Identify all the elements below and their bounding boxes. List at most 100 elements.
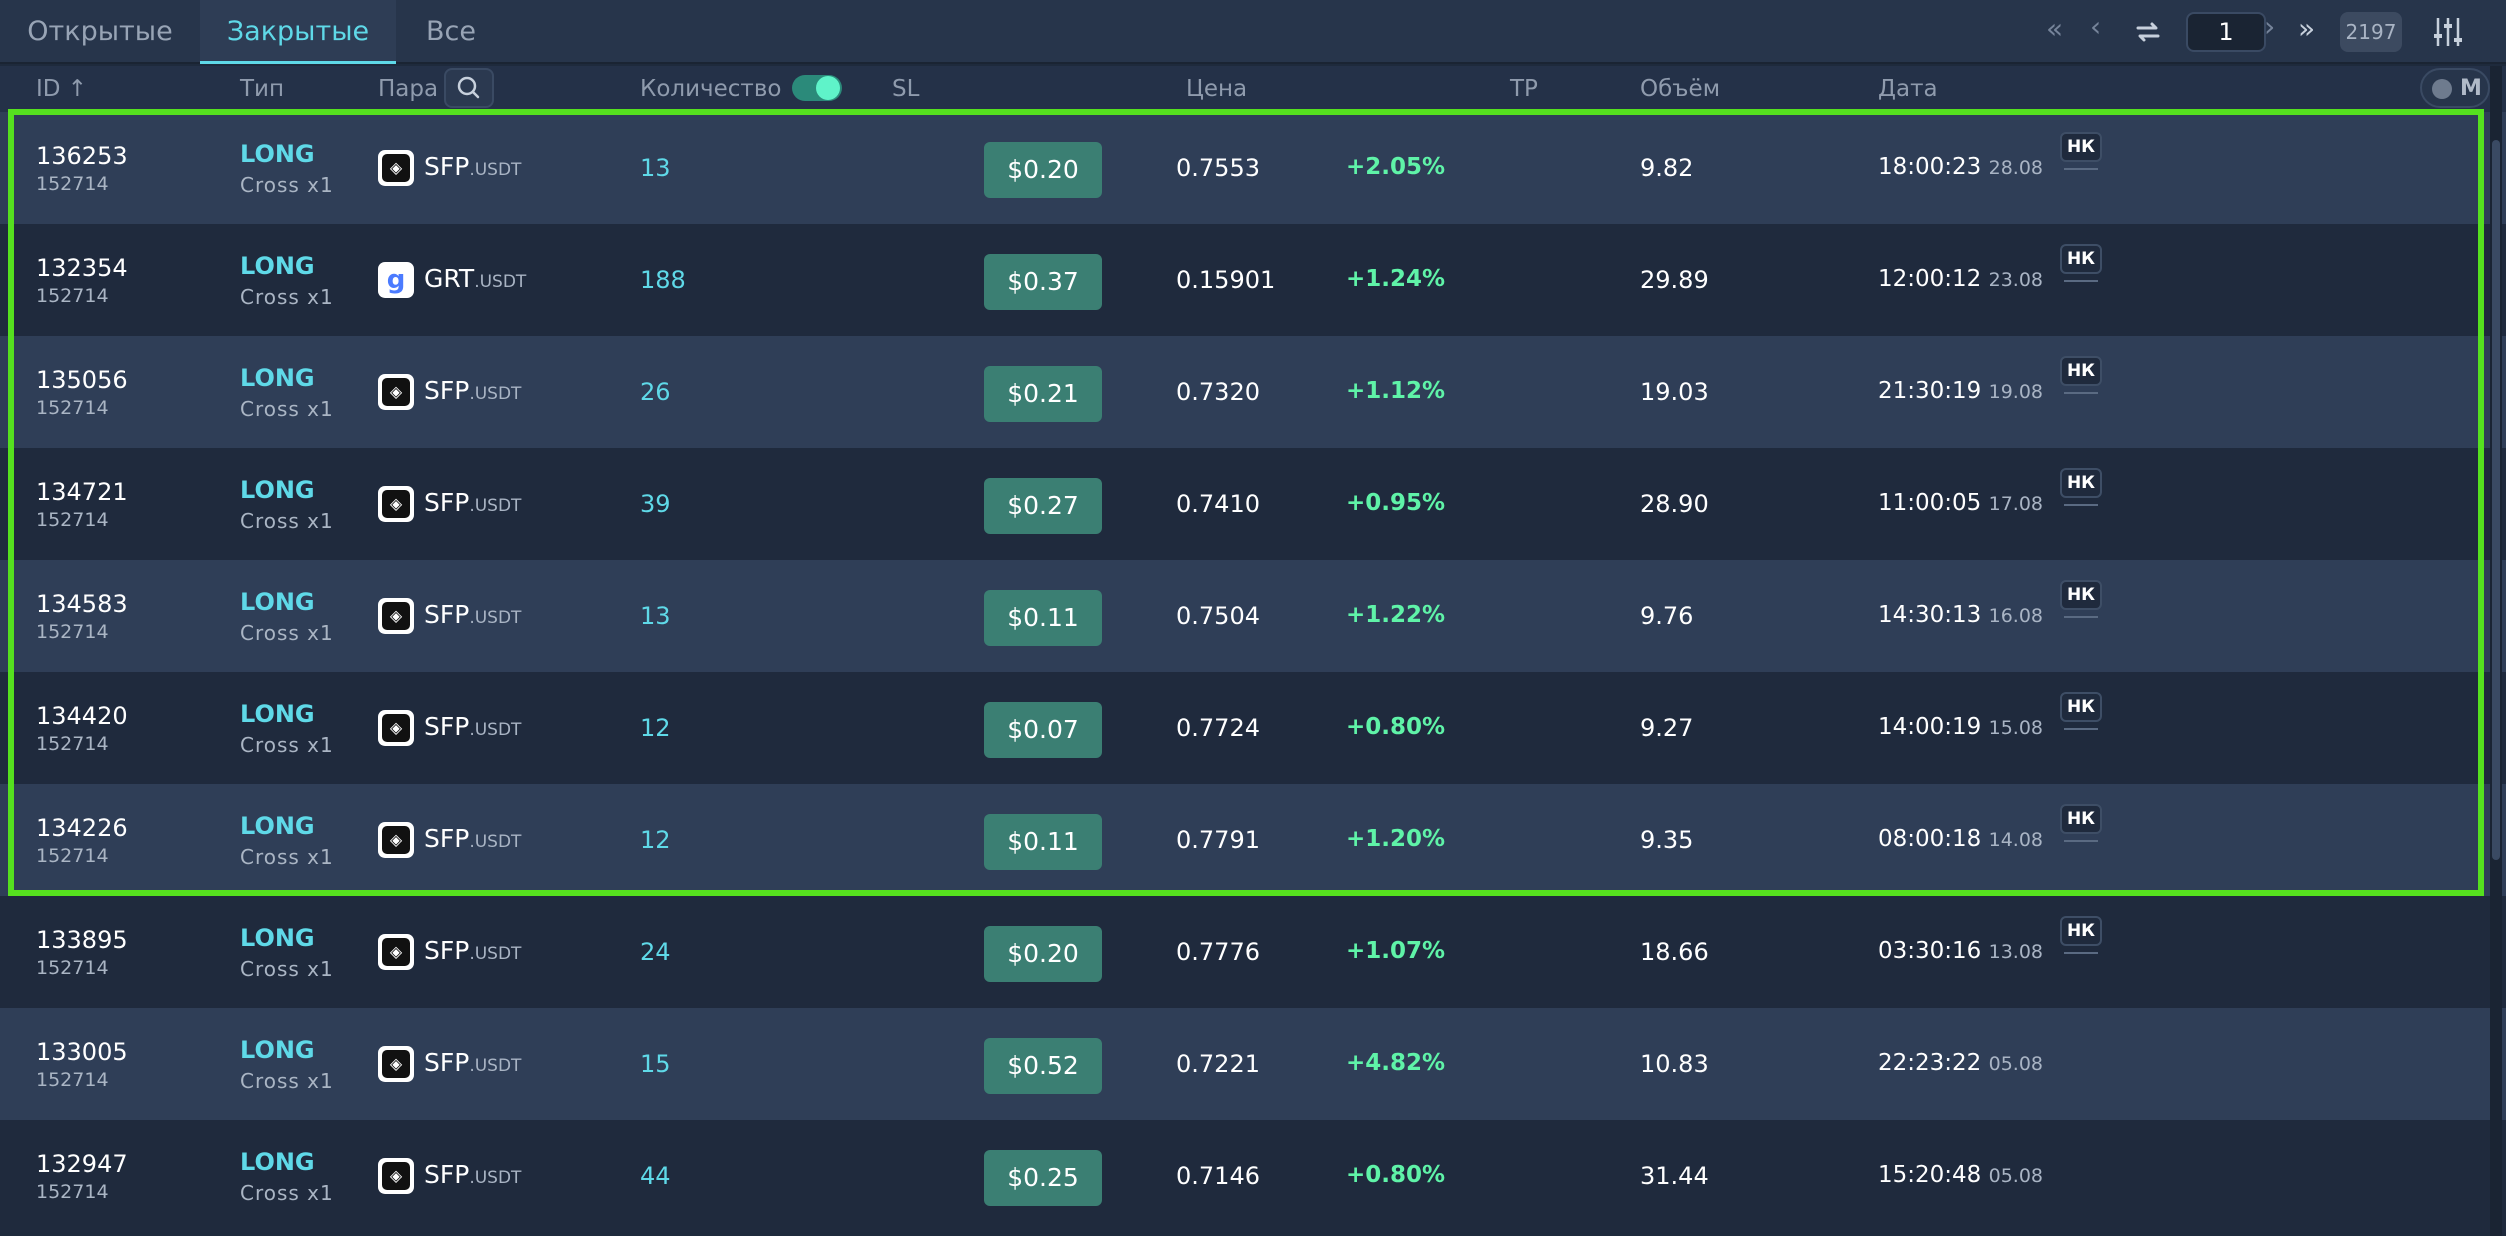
column-header-price[interactable]: Цена [1186, 66, 1247, 112]
sl-button[interactable]: $0.27 [984, 478, 1102, 534]
sl-button[interactable]: $0.20 [984, 142, 1102, 198]
position-datetime: 14:30:13 16.08 [1878, 602, 2043, 628]
mode-toggle[interactable]: M [2420, 68, 2490, 108]
table-row[interactable]: 134721 152714 LONG Cross x1 ◈ SFP.USDT 3… [0, 448, 2506, 560]
position-volume: 9.82 [1640, 154, 1694, 182]
position-time: 12:00:12 [1878, 266, 1982, 292]
tab-closed[interactable]: Закрытые [200, 0, 396, 64]
table-row[interactable]: 134420 152714 LONG Cross x1 ◈ SFP.USDT 1… [0, 672, 2506, 784]
pair-symbol[interactable]: SFP.USDT [424, 936, 521, 965]
next-page-icon[interactable]: › [2264, 10, 2275, 43]
table-row[interactable]: 132354 152714 LONG Cross x1 g GRT.USDT 1… [0, 224, 2506, 336]
table-row[interactable]: 135056 152714 LONG Cross x1 ◈ SFP.USDT 2… [0, 336, 2506, 448]
column-header-id[interactable]: ID ↑ [36, 66, 87, 112]
position-datetime: 14:00:19 15.08 [1878, 714, 2043, 740]
nk-badge[interactable]: НК [2060, 916, 2102, 946]
nk-badge[interactable]: НК [2060, 692, 2102, 722]
sfp-coin-icon: ◈ [378, 710, 414, 746]
filter-settings-icon[interactable] [2428, 12, 2468, 56]
nk-badge[interactable]: НК [2060, 132, 2102, 162]
position-id: 134420 [36, 702, 128, 730]
table-row[interactable]: 134583 152714 LONG Cross x1 ◈ SFP.USDT 1… [0, 560, 2506, 672]
sl-button[interactable]: $0.37 [984, 254, 1102, 310]
pair-search-button[interactable] [444, 68, 494, 108]
sl-button[interactable]: $0.11 [984, 590, 1102, 646]
column-header-tp[interactable]: TP [1510, 66, 1538, 112]
nk-badge-underline [2064, 168, 2098, 170]
table-row[interactable]: 134226 152714 LONG Cross x1 ◈ SFP.USDT 1… [0, 784, 2506, 896]
column-header-date[interactable]: Дата [1878, 66, 1938, 112]
pair-quote: .USDT [469, 384, 522, 404]
position-pnl-percent: +1.12% [1346, 378, 1446, 404]
table-row[interactable]: 132947 152714 LONG Cross x1 ◈ SFP.USDT 4… [0, 1120, 2506, 1232]
sl-button[interactable]: $0.20 [984, 926, 1102, 982]
position-volume: 10.83 [1640, 1050, 1709, 1078]
pair-quote: .USDT [469, 608, 522, 628]
pair-quote: .USDT [469, 944, 522, 964]
tab-all[interactable]: Все [396, 0, 506, 64]
position-id: 134721 [36, 478, 128, 506]
position-price: 0.7221 [1176, 1050, 1260, 1078]
position-sub-id: 152714 [36, 733, 109, 755]
prev-page-icon[interactable]: ‹ [2090, 10, 2101, 43]
position-volume: 9.35 [1640, 826, 1694, 854]
pair-symbol[interactable]: SFP.USDT [424, 712, 521, 741]
refresh-icon[interactable] [2130, 14, 2166, 54]
sfp-coin-icon: ◈ [378, 374, 414, 410]
pair-symbol[interactable]: SFP.USDT [424, 1048, 521, 1077]
position-quantity: 13 [640, 154, 671, 182]
position-id: 133895 [36, 926, 128, 954]
sl-button[interactable]: $0.21 [984, 366, 1102, 422]
table-row[interactable]: 136253 152714 LONG Cross x1 ◈ SFP.USDT 1… [0, 112, 2506, 224]
pair-symbol[interactable]: SFP.USDT [424, 152, 521, 181]
position-quantity: 12 [640, 826, 671, 854]
pair-symbol[interactable]: SFP.USDT [424, 1160, 521, 1189]
column-header-volume[interactable]: Объём [1640, 66, 1720, 112]
position-margin: Cross x1 [240, 733, 334, 757]
position-sub-id: 152714 [36, 1069, 109, 1091]
column-header-quantity[interactable]: Количество [640, 66, 781, 112]
nk-badge[interactable]: НК [2060, 804, 2102, 834]
last-page-icon[interactable]: » [2298, 12, 2315, 45]
position-id: 134583 [36, 590, 128, 618]
sl-button[interactable]: $0.11 [984, 814, 1102, 870]
pair-symbol[interactable]: SFP.USDT [424, 488, 521, 517]
table-row[interactable]: 133895 152714 LONG Cross x1 ◈ SFP.USDT 2… [0, 896, 2506, 1008]
pair-base: SFP [424, 1048, 470, 1077]
quantity-toggle[interactable] [792, 75, 842, 101]
sl-button[interactable]: $0.52 [984, 1038, 1102, 1094]
total-count-badge: 2197 [2340, 12, 2402, 52]
first-page-icon[interactable]: « [2046, 12, 2063, 45]
position-volume: 19.03 [1640, 378, 1709, 406]
position-id: 135056 [36, 366, 128, 394]
nk-badge[interactable]: НК [2060, 244, 2102, 274]
nk-badge[interactable]: НК [2060, 580, 2102, 610]
tab-open[interactable]: Открытые [0, 0, 200, 64]
sfp-coin-icon: ◈ [378, 598, 414, 634]
pair-symbol[interactable]: GRT.USDT [424, 264, 526, 293]
position-sub-id: 152714 [36, 173, 109, 195]
table-row[interactable]: 133005 152714 LONG Cross x1 ◈ SFP.USDT 1… [0, 1008, 2506, 1120]
pair-symbol[interactable]: SFP.USDT [424, 600, 521, 629]
position-volume: 9.76 [1640, 602, 1694, 630]
position-side: LONG [240, 812, 315, 840]
column-header-type[interactable]: Тип [240, 66, 284, 112]
position-date: 23.08 [1988, 269, 2044, 291]
position-volume: 31.44 [1640, 1162, 1709, 1190]
page-number-input[interactable]: 1 [2186, 12, 2266, 52]
nk-badge[interactable]: НК [2060, 468, 2102, 498]
nk-badge[interactable]: НК [2060, 356, 2102, 386]
scrollbar-thumb[interactable] [2492, 140, 2500, 860]
sl-button[interactable]: $0.07 [984, 702, 1102, 758]
pair-quote: .USDT [469, 832, 522, 852]
position-pnl-percent: +4.82% [1346, 1050, 1446, 1076]
position-date: 05.08 [1988, 1053, 2044, 1075]
sl-button[interactable]: $0.25 [984, 1150, 1102, 1206]
pair-base: SFP [424, 712, 470, 741]
column-header-pair[interactable]: Пара [378, 66, 438, 112]
pair-symbol[interactable]: SFP.USDT [424, 376, 521, 405]
sfp-coin-icon: ◈ [378, 934, 414, 970]
column-header-sl[interactable]: SL [892, 66, 919, 112]
pair-symbol[interactable]: SFP.USDT [424, 824, 521, 853]
position-margin: Cross x1 [240, 1181, 334, 1205]
